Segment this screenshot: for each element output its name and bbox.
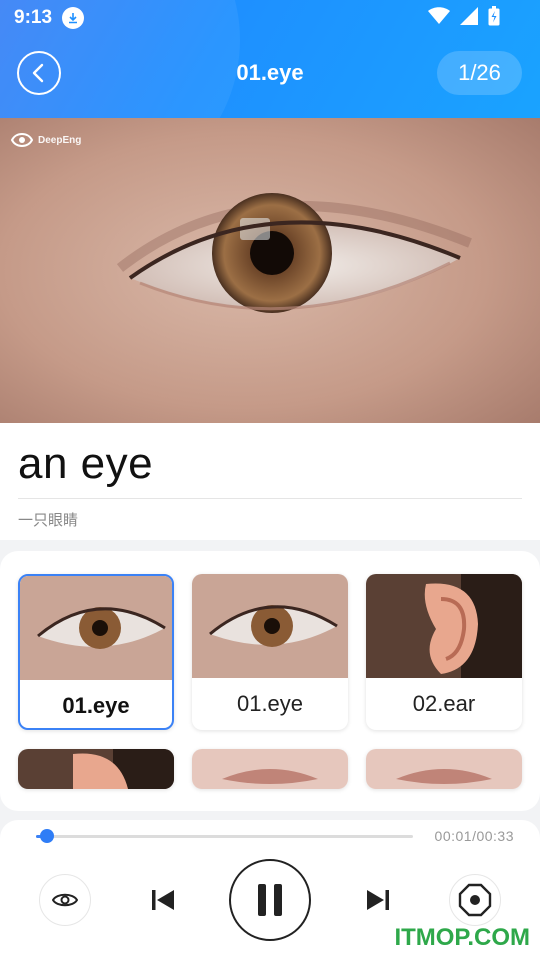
word-image: DeepEng (0, 118, 540, 423)
thumbnail-label: 02.ear (412, 691, 476, 716)
pause-icon (258, 884, 282, 916)
site-watermark: ITMOP.COM (394, 924, 530, 951)
signal-icon (460, 7, 478, 25)
divider (18, 498, 522, 499)
wifi-icon (428, 7, 450, 24)
thumbnail-image (366, 574, 522, 678)
progress-bar[interactable] (36, 829, 413, 843)
loop-button[interactable] (449, 874, 501, 926)
word-card: an eye 一只眼睛 (0, 423, 540, 540)
previous-button[interactable] (146, 884, 180, 916)
eye-icon (52, 893, 78, 907)
octagon-record-icon (458, 883, 492, 917)
thumbnail-item[interactable] (366, 749, 522, 789)
app-header: 9:13 01.eye 1/26 (0, 0, 540, 118)
time-readout: 00:01/00:33 (434, 828, 514, 844)
progress-handle[interactable] (40, 829, 55, 843)
skip-previous-icon (152, 890, 174, 910)
thumbnail-image (20, 576, 172, 680)
pause-button[interactable] (229, 859, 311, 941)
page-counter: 1/26 (437, 51, 522, 95)
thumbnail-item[interactable]: 01.eye (18, 574, 174, 730)
watermark: DeepEng (10, 130, 81, 150)
thumbnail-item[interactable] (18, 749, 174, 789)
status-icons (428, 6, 500, 26)
logo-icon (10, 133, 34, 147)
thumbnail-grid: 01.eye 01.eye 02.ear (0, 551, 540, 811)
next-button[interactable] (361, 884, 395, 916)
thumbnail-label: 01.eye (62, 693, 130, 718)
thumbnail-item[interactable]: 02.ear (366, 574, 522, 730)
word-text: an eye (18, 439, 154, 488)
thumbnail-item[interactable]: 01.eye (192, 574, 348, 730)
status-time: 9:13 (14, 7, 53, 28)
download-icon (62, 7, 84, 29)
watermark-text: DeepEng (38, 134, 82, 146)
thumbnail-label: 01.eye (236, 691, 304, 716)
status-bar: 9:13 (0, 0, 540, 36)
battery-icon (488, 6, 500, 26)
thumbnail-item[interactable] (192, 749, 348, 789)
skip-next-icon (367, 890, 389, 910)
thumbnail-image (192, 574, 348, 678)
show-toggle-button[interactable] (39, 874, 91, 926)
word-translation: 一只眼睛 (18, 511, 79, 529)
